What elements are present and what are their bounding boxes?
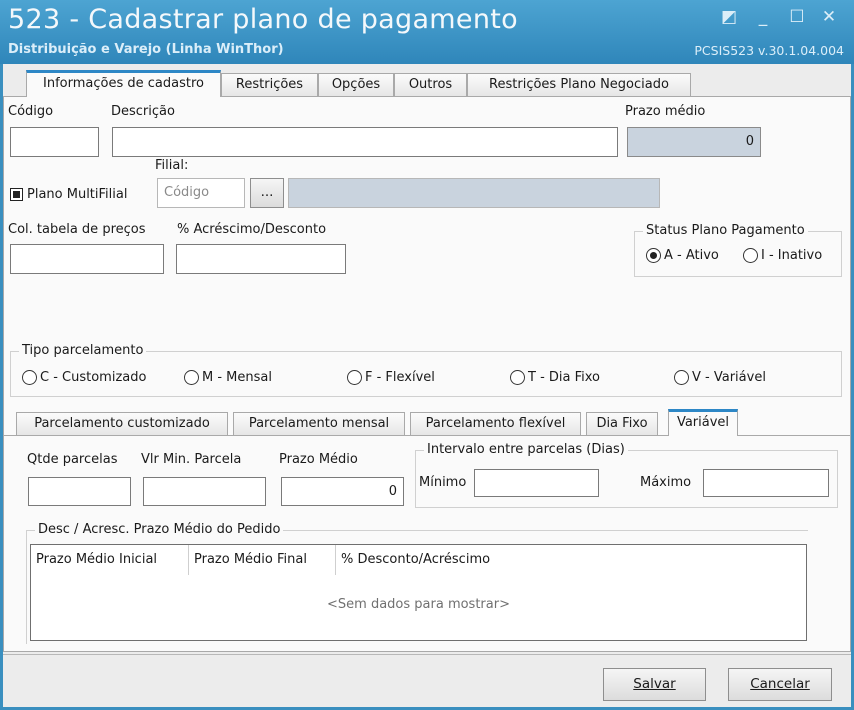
tab-restricoes-plano-negociado[interactable]: Restrições Plano Negociado: [467, 73, 691, 96]
maximize-icon[interactable]: ☐: [786, 8, 808, 26]
tipo-f-radio[interactable]: F - Flexível: [347, 370, 435, 385]
tipo-t-radio[interactable]: T - Dia Fixo: [510, 370, 600, 385]
tab-variavel[interactable]: Variável: [668, 409, 738, 436]
main-tab-strip: Informações de cadastro Restrições Opçõe…: [3, 70, 851, 97]
radio-dot[interactable]: [184, 370, 199, 385]
status-plano-title: Status Plano Pagamento: [643, 223, 808, 238]
acrescimo-input[interactable]: [176, 244, 346, 274]
codigo-input[interactable]: [10, 127, 99, 157]
grid-empty-message: <Sem dados para mostrar>: [327, 597, 510, 612]
col-tabela-label: Col. tabela de preços: [8, 222, 146, 237]
prazo-medio-field: 0: [627, 127, 761, 157]
tipo-c-radio[interactable]: C - Customizado: [22, 370, 146, 385]
radio-dot[interactable]: [674, 370, 689, 385]
variavel-panel: Qtde parcelas Vlr Min. Parcela Prazo Méd…: [4, 435, 850, 651]
filial-label: Filial:: [155, 158, 189, 173]
vlr-min-parcela-label: Vlr Min. Parcela: [141, 452, 242, 467]
minimo-input[interactable]: [474, 469, 599, 497]
cadastro-panel: Código Descrição Prazo médio 0 Filial: P…: [3, 96, 851, 652]
tipo-t-label: T - Dia Fixo: [528, 370, 601, 385]
tipo-parcelamento-title: Tipo parcelamento: [19, 343, 147, 358]
footer-bar: Salvar Cancelar: [3, 654, 851, 707]
window-client: Informações de cadastro Restrições Opçõe…: [3, 64, 851, 707]
minimo-label: Mínimo: [419, 475, 467, 490]
filial-browse-button[interactable]: ...: [250, 178, 284, 208]
tab-dia-fixo[interactable]: Dia Fixo: [586, 412, 658, 435]
status-ativo-label: A - Ativo: [664, 248, 719, 263]
tipo-m-label: M - Mensal: [202, 370, 272, 385]
salvar-label: Salvar: [633, 676, 676, 692]
prazo-medio-var-label: Prazo Médio: [279, 452, 358, 467]
intervalo-parcelas-title: Intervalo entre parcelas (Dias): [424, 442, 628, 457]
salvar-button[interactable]: Salvar: [603, 668, 706, 701]
cancelar-label: Cancelar: [750, 676, 810, 692]
radio-dot[interactable]: [22, 370, 37, 385]
tab-informacoes-cadastro[interactable]: Informações de cadastro: [26, 70, 221, 97]
minimize-icon[interactable]: _: [752, 8, 774, 26]
prazo-medio-var-input[interactable]: 0: [281, 477, 404, 506]
tab-parcelamento-mensal[interactable]: Parcelamento mensal: [233, 412, 405, 435]
acrescimo-label: % Acréscimo/Desconto: [177, 222, 327, 237]
tab-opcoes[interactable]: Opções: [318, 73, 394, 96]
qtde-parcelas-label: Qtde parcelas: [27, 452, 118, 467]
descricao-input[interactable]: [112, 127, 618, 157]
codigo-label: Código: [8, 104, 54, 119]
tipo-v-label: V - Variável: [692, 370, 766, 385]
desc-acresc-grid[interactable]: Prazo Médio Inicial Prazo Médio Final % …: [30, 544, 807, 641]
plano-multifilial-label: Plano MultiFilial: [27, 187, 128, 202]
tab-restricoes[interactable]: Restrições: [221, 73, 318, 96]
tab-parcelamento-customizado[interactable]: Parcelamento customizado: [16, 412, 228, 435]
grid-header-prazo-inicial[interactable]: Prazo Médio Inicial: [31, 545, 189, 575]
tab-outros[interactable]: Outros: [394, 73, 467, 96]
vlr-min-parcela-input[interactable]: [143, 477, 266, 506]
grid-header-prazo-final[interactable]: Prazo Médio Final: [189, 545, 336, 575]
radio-dot[interactable]: [347, 370, 362, 385]
radio-dot[interactable]: [743, 248, 758, 263]
descricao-label: Descrição: [111, 104, 175, 119]
restore-icon[interactable]: ◩: [718, 8, 740, 26]
radio-dot[interactable]: [510, 370, 525, 385]
grid-header-desconto[interactable]: % Desconto/Acréscimo: [336, 545, 516, 575]
col-tabela-input[interactable]: [10, 244, 164, 274]
filial-codigo-input[interactable]: Código: [157, 178, 245, 208]
sub-tab-strip: Parcelamento customizado Parcelamento me…: [4, 409, 850, 436]
tipo-f-label: F - Flexível: [365, 370, 435, 385]
version-label: PCSIS523 v.30.1.04.004: [694, 43, 844, 58]
plano-multifilial-checkbox[interactable]: Plano MultiFilial: [10, 187, 127, 202]
radio-dot[interactable]: [646, 248, 661, 263]
intervalo-parcelas-group: Intervalo entre parcelas (Dias) Mínimo M…: [415, 442, 838, 508]
tipo-v-radio[interactable]: V - Variável: [674, 370, 766, 385]
maximo-input[interactable]: [703, 469, 829, 497]
window-title: 523 - Cadastrar plano de pagamento: [8, 4, 518, 35]
status-ativo-radio[interactable]: A - Ativo: [646, 248, 719, 263]
prazo-medio-label: Prazo médio: [625, 104, 706, 119]
tipo-parcelamento-group: Tipo parcelamento C - Customizado M - Me…: [10, 343, 842, 397]
maximo-label: Máximo: [640, 475, 692, 490]
window-subtitle: Distribuição e Varejo (Linha WinThor): [8, 42, 284, 57]
desc-acresc-title: Desc / Acresc. Prazo Médio do Pedido: [35, 522, 284, 537]
status-inativo-radio[interactable]: I - Inativo: [743, 248, 822, 263]
close-icon[interactable]: ✕: [818, 8, 840, 26]
filial-descricao-field: [288, 178, 660, 208]
status-plano-group: Status Plano Pagamento A - Ativo I - Ina…: [634, 223, 842, 277]
tab-parcelamento-flexivel[interactable]: Parcelamento flexível: [410, 412, 581, 435]
title-bar: 523 - Cadastrar plano de pagamento Distr…: [0, 0, 854, 64]
tipo-m-radio[interactable]: M - Mensal: [184, 370, 272, 385]
cancelar-button[interactable]: Cancelar: [728, 668, 832, 701]
status-inativo-label: I - Inativo: [761, 248, 823, 263]
qtde-parcelas-input[interactable]: [28, 477, 131, 506]
tipo-c-label: C - Customizado: [40, 370, 147, 385]
checkbox-box[interactable]: [10, 188, 23, 201]
